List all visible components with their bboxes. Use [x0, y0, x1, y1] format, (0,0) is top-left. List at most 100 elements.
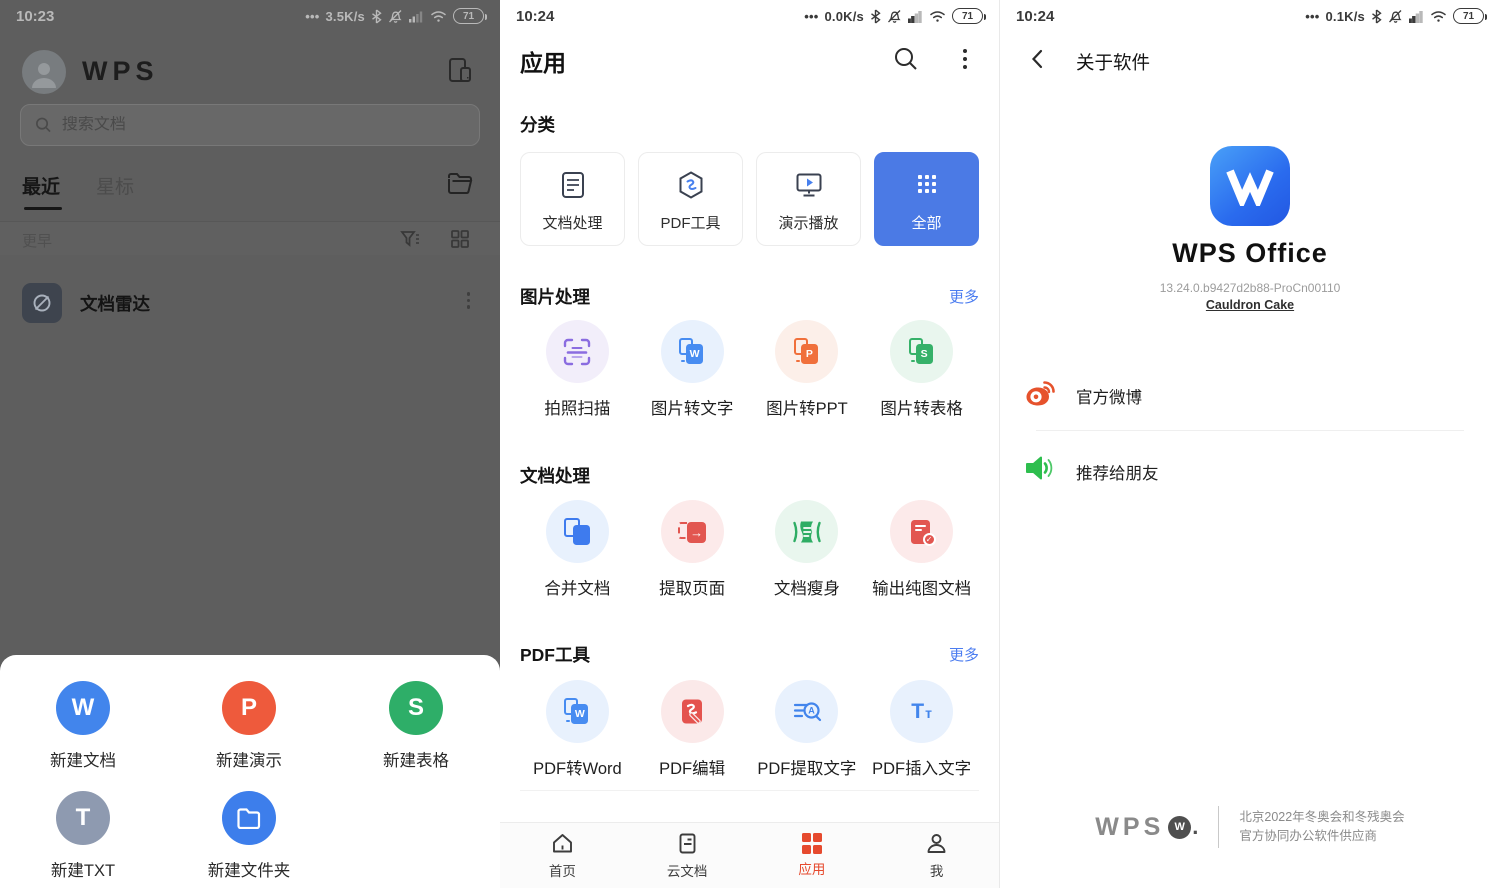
category-card-play[interactable]: 演示播放: [756, 152, 861, 246]
doc-radar-row[interactable]: 文档雷达: [0, 268, 500, 338]
back-button[interactable]: [1026, 47, 1050, 76]
apps-icon: [802, 833, 823, 854]
presentation-play-icon: [757, 170, 860, 200]
net-speed: 3.5K/s: [325, 9, 365, 24]
home-header: WPS: [0, 36, 500, 106]
app-name: WPS Office: [1000, 238, 1500, 269]
mute-icon: [388, 9, 403, 24]
app-row-docs: 合并文档 → 提取页面 文档瘦身: [520, 500, 979, 599]
bluetooth-icon: [870, 9, 881, 24]
nav-apps[interactable]: 应用: [750, 823, 875, 888]
app-pdf-extract-text[interactable]: A PDF提取文字: [750, 680, 865, 779]
cloud-doc-icon: [675, 831, 700, 856]
section-title-pdf: PDF工具: [520, 642, 590, 667]
speaker-icon: [1024, 452, 1056, 484]
page-title: 关于软件: [1076, 49, 1150, 75]
battery-icon: 71: [952, 8, 983, 24]
clock: 10:23: [16, 8, 54, 25]
new-spreadsheet-icon: S: [389, 681, 443, 735]
earlier-section-row: 更早: [0, 221, 500, 255]
grid-view-icon[interactable]: [448, 227, 472, 256]
more-link-pdf[interactable]: 更多: [949, 644, 979, 665]
bottom-nav: 首页 云文档 应用 我: [500, 822, 999, 888]
weibo-icon: [1024, 376, 1056, 408]
search-icon[interactable]: [893, 46, 919, 77]
pdf-edit-icon: [677, 697, 707, 727]
nav-home[interactable]: 首页: [500, 823, 625, 888]
new-presentation-button[interactable]: P 新建演示: [189, 681, 309, 771]
extract-pages-icon: →: [678, 518, 706, 546]
folder-icon[interactable]: [446, 170, 474, 201]
app-merge-docs[interactable]: 合并文档: [520, 500, 635, 599]
search-input[interactable]: [62, 116, 465, 134]
app-pdf-insert-text[interactable]: Tт PDF插入文字: [864, 680, 979, 779]
new-doc-button[interactable]: W 新建文档: [23, 681, 143, 771]
wifi-icon: [430, 10, 447, 23]
battery-icon: 71: [1453, 8, 1484, 24]
device-transfer-icon[interactable]: [446, 56, 474, 89]
official-weibo-row[interactable]: 官方微博: [1000, 354, 1500, 430]
app-row-image: 拍照扫描 W 图片转文字 P 图片转PPT S 图片转表格: [520, 320, 979, 419]
new-spreadsheet-button[interactable]: S 新建表格: [356, 681, 476, 771]
category-card-pdf[interactable]: PDF工具: [638, 152, 743, 246]
tab-recent[interactable]: 最近: [22, 172, 60, 199]
doc-slim-icon: [792, 517, 822, 547]
svg-text:A: A: [808, 705, 815, 715]
wps-wordmark: WPS: [82, 56, 159, 87]
search-bar[interactable]: [20, 104, 480, 146]
new-txt-button[interactable]: T 新建TXT: [23, 791, 143, 881]
signal-icon: [908, 10, 923, 23]
image-to-sheet-icon: S: [909, 338, 935, 365]
section-title-docs: 文档处理: [520, 463, 590, 488]
category-card-all[interactable]: 全部: [874, 152, 979, 246]
more-options-icon[interactable]: [467, 292, 471, 309]
app-image-to-sheet[interactable]: S 图片转表格: [864, 320, 979, 419]
app-extract-pages[interactable]: → 提取页面: [635, 500, 750, 599]
nav-cloud-docs[interactable]: 云文档: [625, 823, 750, 888]
about-header: 关于软件: [1000, 32, 1500, 90]
tab-starred[interactable]: 星标: [96, 172, 134, 199]
codename-link[interactable]: Cauldron Cake: [1206, 298, 1294, 312]
category-cards: 文档处理 PDF工具 演示播放 全部: [520, 152, 979, 246]
apps-header: 应用: [500, 32, 999, 90]
avatar[interactable]: [22, 50, 66, 94]
app-doc-slim[interactable]: 文档瘦身: [750, 500, 865, 599]
app-image-to-text[interactable]: W 图片转文字: [635, 320, 750, 419]
category-card-docs[interactable]: 文档处理: [520, 152, 625, 246]
more-menu-icon[interactable]: [963, 49, 967, 69]
categories-title: 分类: [520, 112, 555, 137]
recommend-row[interactable]: 推荐给朋友: [1000, 430, 1500, 506]
app-export-image-doc[interactable]: ✓ 输出纯图文档: [864, 500, 979, 599]
codename-link-wrap: Cauldron Cake: [1000, 298, 1500, 312]
new-folder-button[interactable]: 新建文件夹: [189, 791, 309, 881]
app-image-to-ppt[interactable]: P 图片转PPT: [750, 320, 865, 419]
pdf-extract-text-icon: A: [792, 697, 822, 727]
wps-app-logo: [1210, 146, 1290, 226]
net-speed-dots: •••: [804, 9, 818, 24]
footer-text: 北京2022年冬奥会和冬残奥会 官方协同办公软件供应商: [1239, 808, 1404, 847]
bluetooth-icon: [1371, 9, 1382, 24]
net-speed: 0.0K/s: [824, 9, 864, 24]
panel-about: 10:24 ••• 0.1K/s 71 关于软件 WPS Office 13.2…: [1000, 0, 1500, 888]
more-link-image[interactable]: 更多: [949, 286, 979, 307]
document-icon: [521, 170, 624, 200]
panel-home-dimmed: 10:23 ••• 3.5K/s 71 WPS: [0, 0, 500, 888]
app-pdf-edit[interactable]: PDF编辑: [635, 680, 750, 779]
pdf-hexagon-icon: [639, 170, 742, 200]
nav-me[interactable]: 我: [874, 823, 999, 888]
person-icon: [29, 58, 59, 90]
wps-badge-icon: W: [1168, 816, 1191, 839]
battery-icon: 71: [453, 8, 484, 24]
mute-icon: [1388, 9, 1403, 24]
wps-w-icon: [1224, 166, 1276, 206]
new-doc-icon: W: [56, 681, 110, 735]
wps-footer-wordmark: WPSW.: [1095, 813, 1198, 842]
doc-radar-label: 文档雷达: [80, 291, 150, 316]
app-pdf-to-word[interactable]: W PDF转Word: [520, 680, 635, 779]
filter-icon[interactable]: [398, 227, 422, 256]
net-speed-dots: •••: [1305, 9, 1319, 24]
new-folder-icon: [222, 791, 276, 845]
statusbar: 10:24 ••• 0.0K/s 71: [500, 0, 999, 32]
app-scan[interactable]: 拍照扫描: [520, 320, 635, 419]
search-icon: [35, 116, 52, 134]
